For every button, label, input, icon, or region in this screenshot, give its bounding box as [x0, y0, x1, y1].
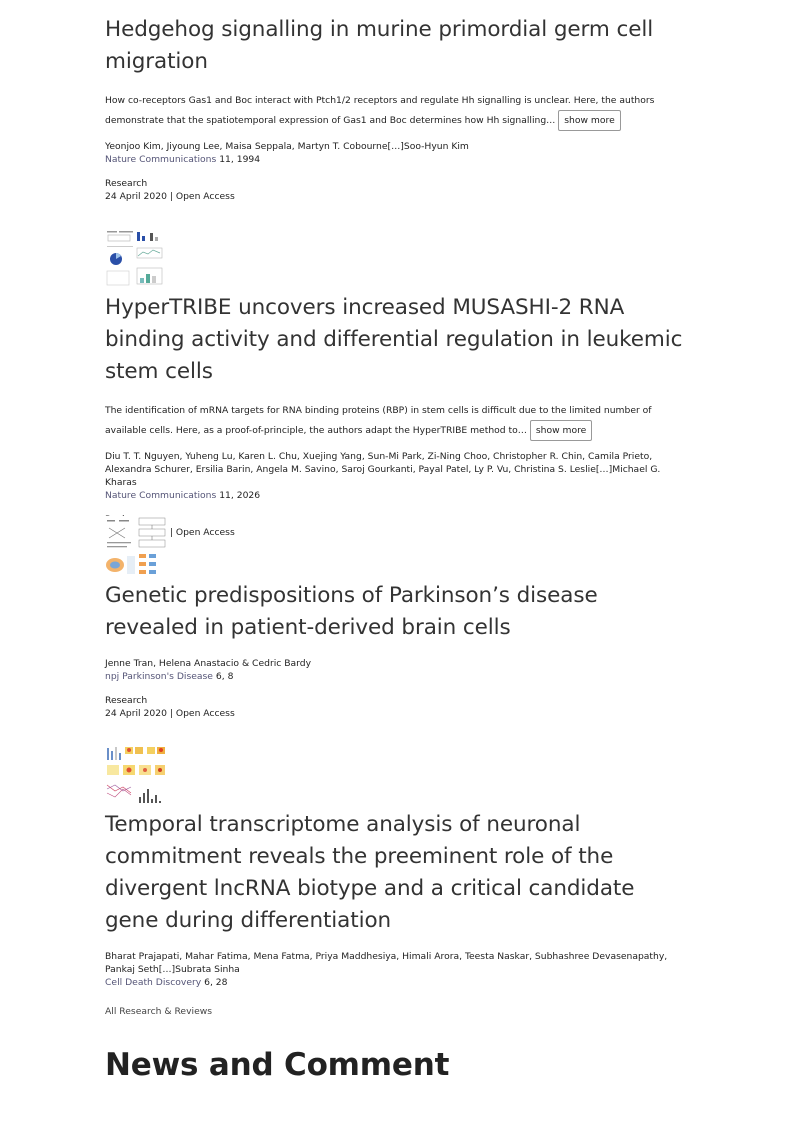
article-journal: Nature Communications 11, 2026 — [105, 489, 690, 502]
show-more-button[interactable]: show more — [558, 110, 621, 131]
article-journal: Cell Death Discovery 6, 28 — [105, 976, 690, 989]
journal-name[interactable]: Nature Communications — [105, 490, 216, 501]
article-title[interactable]: Genetic predispositions of Parkinson’s d… — [105, 580, 690, 644]
article-journal: npj Parkinson's Disease 6, 8 — [105, 670, 690, 683]
journal-volume: 6, 8 — [215, 671, 234, 682]
article-title[interactable]: HyperTRIBE uncovers increased MUSASHI-2 … — [105, 292, 690, 388]
article-abstract: The identification of mRNA targets for R… — [105, 401, 690, 441]
article-title[interactable]: Hedgehog signalling in murine primordial… — [105, 14, 690, 78]
article-type: Research — [105, 178, 148, 189]
article-title[interactable]: Temporal transcriptome analysis of neuro… — [105, 809, 690, 937]
article-date: 24 April 2020 | Open Access — [105, 191, 235, 202]
article-thumbnail[interactable] — [105, 228, 167, 288]
article-card: HyperTRIBE uncovers increased MUSASHI-2 … — [105, 228, 690, 539]
article-authors: Jenne Tran, Helena Anastacio & Cedric Ba… — [105, 658, 312, 669]
article-thumbnail[interactable] — [105, 745, 167, 805]
journal-volume: 6, 28 — [204, 977, 228, 988]
all-research-reviews-link[interactable]: All Research & Reviews — [105, 1005, 212, 1018]
article-authors: Yeonjoo Kim, Jiyoung Lee, Maisa Seppala,… — [105, 141, 469, 152]
article-journal: Nature Communications 11, 1994 — [105, 153, 690, 166]
article-card: Genetic predispositions of Parkinson’s d… — [105, 516, 690, 720]
journal-name[interactable]: npj Parkinson's Disease — [105, 671, 213, 682]
article-thumbnail[interactable] — [105, 516, 167, 576]
article-authors: Bharat Prajapati, Mahar Fatima, Mena Fat… — [105, 951, 668, 975]
journal-volume: 11, 1994 — [219, 154, 261, 165]
section-title: News and Comment — [105, 1047, 450, 1083]
article-card: Hedgehog signalling in murine primordial… — [105, 14, 690, 203]
article-authors: Diu T. T. Nguyen, Yuheng Lu, Karen L. Ch… — [105, 451, 661, 488]
article-card: Temporal transcriptome analysis of neuro… — [105, 745, 690, 989]
show-more-button[interactable]: show more — [529, 420, 593, 441]
journal-volume: 11, 2026 — [219, 490, 261, 501]
journal-name[interactable]: Nature Communications — [105, 154, 216, 165]
article-date: 24 April 2020 | Open Access — [105, 708, 235, 719]
journal-name[interactable]: Cell Death Discovery — [105, 977, 201, 988]
article-type: Research — [105, 695, 148, 706]
article-abstract: How co-receptors Gas1 and Boc interact w… — [105, 91, 690, 131]
